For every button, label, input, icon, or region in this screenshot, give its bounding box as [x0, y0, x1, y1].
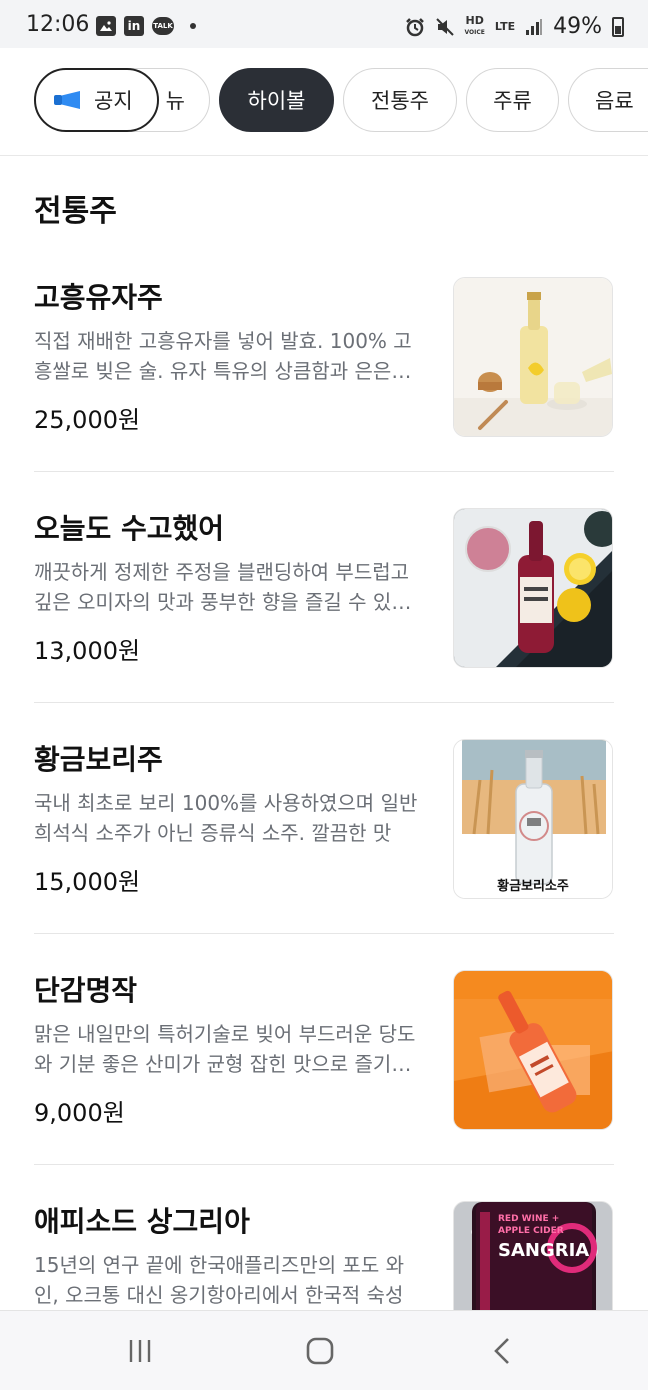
menu-item-description: 15년의 연구 끝에 한국애플리즈만의 포도 와인, 오크통 대신 옹기항아리에… — [34, 1253, 405, 1307]
menu-item-price: 13,000원 — [34, 637, 141, 665]
kakaotalk-icon: TALK — [152, 17, 174, 35]
tab-liquor-label: 주류 — [493, 89, 532, 113]
megaphone-icon — [54, 87, 84, 113]
linkedin-icon: in — [124, 16, 144, 36]
alarm-icon — [405, 17, 424, 36]
lte-indicator: LTE — [494, 19, 516, 33]
hd-voice-indicator: HD VOICE — [464, 13, 485, 38]
menu-item-name: 애피소드 상그리아 — [34, 1205, 250, 1238]
menu-item[interactable]: 오늘도 수고했어 깨끗하게 정제한 주정을 블랜딩하여 부드럽고 깊은 오미자의… — [0, 471, 648, 702]
signal-icon — [526, 18, 543, 35]
menu-item-image — [453, 508, 613, 668]
mute-icon — [435, 17, 454, 36]
menu-item-image — [453, 277, 613, 437]
tab-traditional-liquor[interactable]: 전통주 — [343, 68, 457, 132]
battery-percentage: 49% — [553, 14, 602, 39]
more-notifications-dot-icon — [190, 23, 196, 29]
recent-apps-button[interactable] — [120, 1333, 160, 1369]
menu-item-name: 고흥유자주 — [34, 281, 163, 314]
category-tabs: 공지 뉴 하이볼 전통주 주류 음료 — [0, 48, 648, 156]
menu-item-image — [453, 970, 613, 1130]
image-label-3: SANGRIA — [498, 1240, 590, 1261]
menu-item-name: 황금보리주 — [34, 743, 163, 776]
menu-item-description: 국내 최초로 보리 100%를 사용하였으며 일반 희석식 소주가 아닌 증류식… — [34, 791, 418, 845]
tab-highball-label: 하이볼 — [247, 89, 306, 113]
menu-item-description: 직접 재배한 고흥유자를 넣어 발효. 100% 고흥쌀로 빚은 술. 유자 특… — [34, 329, 412, 383]
notice-chip[interactable]: 공지 — [34, 68, 159, 132]
back-button[interactable] — [482, 1333, 522, 1369]
menu-item-price: 25,000원 — [34, 406, 141, 434]
image-caption: 황금보리소주 — [497, 879, 569, 894]
back-icon — [494, 1338, 509, 1364]
menu-item[interactable]: 고흥유자주 직접 재배한 고흥유자를 넣어 발효. 100% 고흥쌀로 빚은 술… — [0, 240, 648, 471]
recent-apps-icon — [129, 1340, 151, 1362]
menu-item-price: 9,000원 — [34, 1099, 125, 1127]
status-time: 12:06 — [26, 12, 90, 37]
voice-label: VOICE — [464, 28, 485, 36]
tab-highball[interactable]: 하이볼 — [219, 68, 334, 132]
image-label-2: APPLE CIDER — [498, 1226, 564, 1236]
menu-list: 고흥유자주 직접 재배한 고흥유자를 넣어 발효. 100% 고흥쌀로 빚은 술… — [0, 240, 648, 1390]
menu-item-name: 단감명작 — [34, 974, 138, 1007]
image-label-1: RED WINE + — [498, 1214, 560, 1224]
battery-icon — [612, 16, 624, 37]
notification-icons: in TALK — [96, 16, 196, 36]
tab-menu-partial-label: 뉴 — [165, 89, 185, 113]
system-navigation-bar — [0, 1310, 648, 1390]
notice-chip-label: 공지 — [94, 89, 133, 113]
hd-label: HD — [465, 13, 484, 27]
section-title: 전통주 — [34, 194, 117, 229]
home-icon — [306, 1337, 334, 1365]
menu-item[interactable]: 단감명작 맑은 내일만의 특허기술로 빚어 부드러운 당도와 기분 좋은 산미가… — [0, 933, 648, 1164]
tab-drinks-label: 음료 — [595, 89, 634, 113]
tab-traditional-liquor-label: 전통주 — [371, 89, 429, 113]
menu-item-price: 15,000원 — [34, 868, 141, 896]
menu-item[interactable]: 황금보리주 국내 최초로 보리 100%를 사용하였으며 일반 희석식 소주가 … — [0, 702, 648, 933]
menu-item-description: 맑은 내일만의 특허기술로 빚어 부드러운 당도와 기분 좋은 산미가 균형 잡… — [34, 1022, 416, 1076]
menu-item-description: 깨끗하게 정제한 주정을 블랜딩하여 부드럽고 깊은 오미자의 맛과 풍부한 향… — [34, 560, 410, 614]
home-button[interactable] — [300, 1333, 340, 1369]
menu-item-image: 황금보리소주 — [453, 739, 613, 899]
tab-liquor[interactable]: 주류 — [466, 68, 559, 132]
system-icons: HD VOICE LTE 49% — [405, 13, 624, 39]
status-bar: 12:06 in TALK HD VOICE LTE 49% — [0, 0, 648, 48]
menu-item-name: 오늘도 수고했어 — [34, 512, 225, 545]
tab-drinks[interactable]: 음료 — [568, 68, 648, 132]
gallery-icon — [96, 16, 116, 36]
